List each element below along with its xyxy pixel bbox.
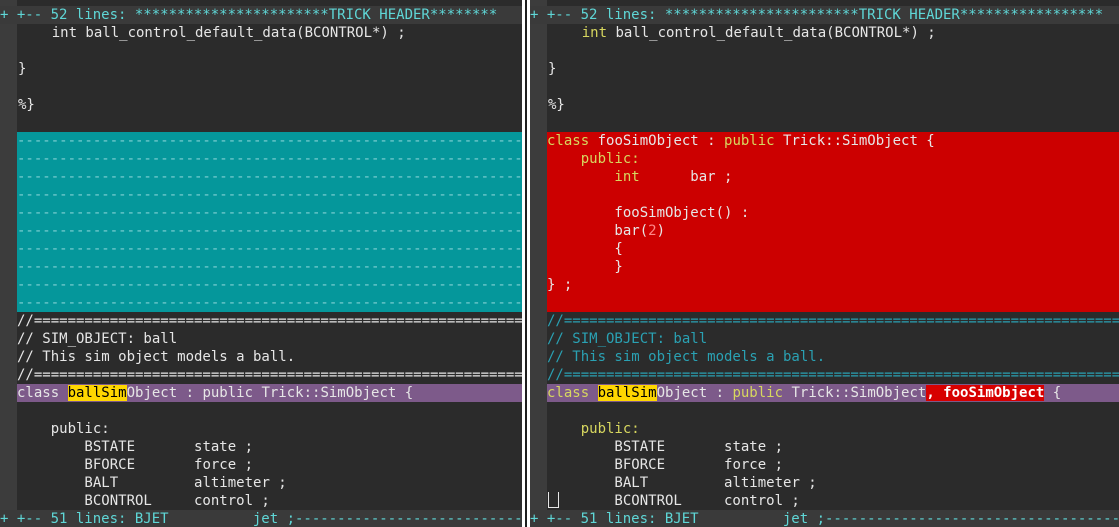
filler-line: ----------------------------------------… — [17, 295, 522, 311]
fold-marker-bottom[interactable]: + +-- 51 lines: BJET jet ;--------------… — [530, 510, 1119, 527]
code-line[interactable]: BCONTROL control ; — [530, 492, 1119, 510]
filler-line: ----------------------------------------… — [17, 169, 522, 185]
code-line[interactable]: BSTATE state ; — [0, 438, 522, 456]
right-diff-pane[interactable]: + +-- 52 lines: ***********************T… — [530, 0, 1119, 527]
code-line[interactable]: int ball_control_default_data(BCONTROL*)… — [0, 24, 522, 42]
added-line[interactable]: fooSimObject() : — [547, 204, 1119, 222]
code-line[interactable]: %} — [0, 96, 522, 114]
added-line[interactable]: bar(2) — [547, 222, 1119, 240]
diff-highlight: ballSim — [67, 385, 127, 401]
added-line[interactable]: int bar ; — [547, 168, 1119, 186]
fold-marker-bottom[interactable]: + +-- 51 lines: BJET jet ;--------------… — [0, 510, 522, 527]
code-line[interactable]: BSTATE state ; — [530, 438, 1119, 456]
code-line[interactable]: BFORCE force ; — [0, 456, 522, 474]
added-line[interactable]: { — [547, 240, 1119, 258]
code-line[interactable]: public: — [0, 420, 522, 438]
code-line[interactable]: BALT altimeter ; — [0, 474, 522, 492]
filler-line: ----------------------------------------… — [17, 259, 522, 275]
filler-line: ----------------------------------------… — [17, 241, 522, 257]
changed-line[interactable]: class ballSimObject : public Trick::SimO… — [547, 384, 1119, 402]
code-line[interactable]: public: — [530, 420, 1119, 438]
code-line[interactable]: %} — [530, 96, 1119, 114]
code-line[interactable]: } — [530, 60, 1119, 78]
added-line[interactable]: class fooSimObject : public Trick::SimOb… — [547, 132, 1119, 150]
comment-separator[interactable]: //======================================… — [0, 366, 522, 384]
filler-line: ----------------------------------------… — [17, 223, 522, 239]
comment-line[interactable]: // SIM_OBJECT: ball — [530, 330, 1119, 348]
comment-separator[interactable]: //======================================… — [530, 366, 1119, 384]
diff-added-block[interactable]: class fooSimObject : public Trick::SimOb… — [547, 132, 1119, 312]
filler-line: ----------------------------------------… — [17, 187, 522, 203]
comment-separator[interactable]: //======================================… — [530, 312, 1119, 330]
left-diff-pane[interactable]: + +-- 52 lines: ***********************T… — [0, 0, 522, 527]
code-line[interactable]: BFORCE force ; — [530, 456, 1119, 474]
comment-line[interactable]: // This sim object models a ball. — [530, 348, 1119, 366]
fold-marker-top[interactable]: + +-- 52 lines: ***********************T… — [0, 6, 522, 24]
comment-line[interactable]: // This sim object models a ball. — [0, 348, 522, 366]
comment-separator[interactable]: //======================================… — [0, 312, 522, 330]
diff-filler-block: ----------------------------------------… — [17, 132, 522, 312]
added-line[interactable]: } — [547, 258, 1119, 276]
added-line[interactable]: public: — [547, 150, 1119, 168]
code-line[interactable]: BCONTROL control ; — [0, 492, 522, 510]
added-line[interactable]: } ; — [547, 276, 1119, 294]
diff-highlight: ballSim — [597, 385, 657, 401]
fold-marker-top[interactable]: + +-- 52 lines: ***********************T… — [530, 6, 1119, 24]
filler-line: ----------------------------------------… — [17, 277, 522, 293]
diff-change-text: , fooSimObject — [926, 385, 1045, 401]
filler-line: ----------------------------------------… — [17, 151, 522, 167]
filler-line: ----------------------------------------… — [17, 205, 522, 221]
comment-line[interactable]: // SIM_OBJECT: ball — [0, 330, 522, 348]
filler-line: ----------------------------------------… — [17, 133, 522, 149]
code-line[interactable]: } — [0, 60, 522, 78]
code-line[interactable]: BALT altimeter ; — [530, 474, 1119, 492]
changed-line[interactable]: class ballSimObject : public Trick::SimO… — [17, 384, 522, 402]
code-line[interactable]: int ball_control_default_data(BCONTROL*)… — [530, 24, 1119, 42]
vertical-split-separator[interactable] — [522, 0, 530, 527]
